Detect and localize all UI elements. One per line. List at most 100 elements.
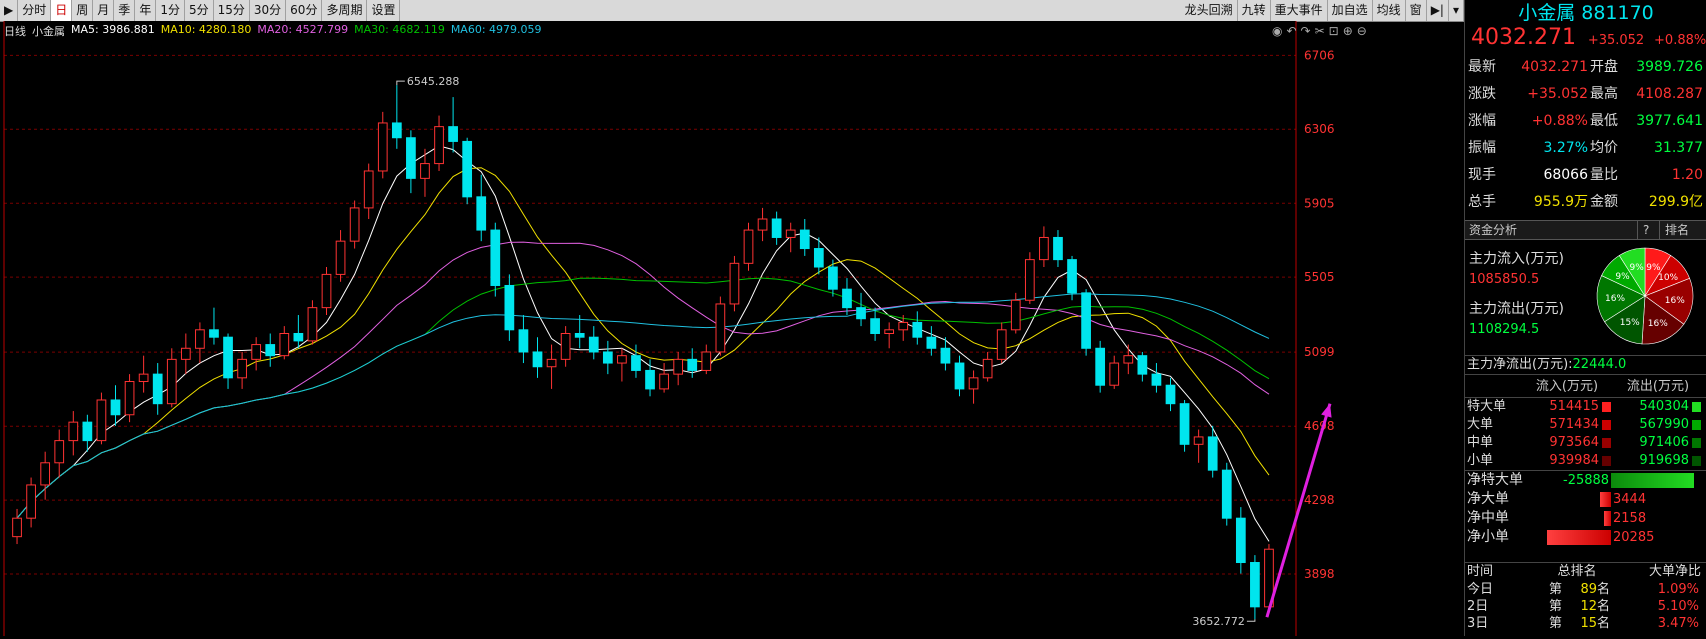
candle[interactable] — [54, 440, 65, 464]
candle[interactable] — [588, 336, 599, 353]
candle[interactable] — [138, 373, 149, 383]
candle[interactable] — [476, 196, 487, 231]
candle[interactable] — [349, 207, 360, 242]
candle[interactable] — [166, 358, 177, 405]
candle[interactable] — [602, 351, 613, 364]
candle[interactable] — [617, 355, 627, 364]
candle[interactable] — [1067, 259, 1077, 294]
candle[interactable] — [940, 347, 951, 364]
candle[interactable] — [265, 344, 276, 357]
candle[interactable] — [462, 140, 473, 198]
period-tab[interactable]: 15分 — [214, 0, 250, 21]
candle[interactable] — [1151, 373, 1162, 386]
candle[interactable] — [1095, 347, 1106, 386]
candle[interactable] — [12, 517, 22, 538]
candle[interactable] — [856, 307, 866, 320]
candle[interactable] — [1235, 517, 1246, 564]
candle[interactable] — [434, 126, 444, 165]
candle[interactable] — [687, 358, 698, 371]
candle[interactable] — [828, 266, 838, 290]
candle[interactable] — [490, 229, 501, 286]
candle[interactable] — [152, 373, 163, 405]
candle[interactable] — [40, 462, 51, 486]
kline-chart[interactable]: 6706 6306 5905 5505 5099 4698 4298 3898 6545.288… — [0, 21, 1464, 636]
period-tab[interactable]: 5分 — [185, 0, 214, 21]
candle[interactable] — [195, 329, 205, 349]
candle[interactable] — [1137, 355, 1148, 375]
period-tab[interactable]: 周 — [72, 0, 94, 21]
lock-icon[interactable]: ⊡ — [1329, 24, 1339, 38]
ma-value[interactable]: MA30: 4682.119 — [354, 23, 445, 39]
toolbar-button[interactable]: 加自选 — [1328, 0, 1373, 21]
candle[interactable] — [771, 218, 782, 238]
candle[interactable] — [715, 303, 726, 353]
candle[interactable] — [546, 358, 557, 368]
candle[interactable] — [110, 399, 121, 416]
candle[interactable] — [645, 369, 655, 390]
candle[interactable] — [335, 240, 346, 275]
candle[interactable] — [813, 248, 824, 268]
candle[interactable] — [391, 122, 402, 139]
candle[interactable] — [96, 399, 107, 442]
period-tab[interactable]: 30分 — [250, 0, 287, 21]
candle[interactable] — [1024, 259, 1035, 301]
period-tab[interactable]: 多周期 — [322, 0, 368, 21]
candle[interactable] — [659, 373, 669, 390]
period-tab[interactable]: 60分 — [286, 0, 323, 21]
candle[interactable] — [1081, 292, 1091, 349]
candle[interactable] — [82, 421, 93, 442]
candle[interactable] — [124, 381, 135, 416]
period-tab[interactable]: 月 — [93, 0, 115, 21]
period-tab[interactable]: 年 — [135, 0, 157, 21]
candle[interactable] — [26, 484, 36, 519]
candle[interactable] — [898, 321, 909, 331]
candle[interactable] — [926, 336, 937, 349]
candle[interactable] — [982, 358, 993, 379]
candle[interactable] — [1221, 469, 1232, 519]
toolbar-button[interactable]: 九转 — [1238, 0, 1271, 21]
candle[interactable] — [1109, 362, 1120, 386]
period-tab[interactable]: 设置 — [367, 0, 401, 21]
candle[interactable] — [532, 351, 543, 368]
eye-icon[interactable]: ◉ — [1272, 24, 1282, 38]
candle[interactable] — [673, 358, 684, 375]
skip-end-icon[interactable]: ▶| — [1427, 0, 1449, 21]
ma-value[interactable]: MA5: 3986.881 — [71, 23, 155, 39]
candle[interactable] — [68, 421, 79, 442]
toolbar-button[interactable]: 龙头回溯 — [1181, 0, 1238, 21]
period-tab[interactable]: 日 — [51, 0, 73, 21]
candle[interactable] — [743, 229, 754, 264]
candle[interactable] — [293, 333, 304, 342]
toolbar-button[interactable]: 窗 — [1406, 0, 1427, 21]
scissors-icon[interactable]: ✂ — [1315, 24, 1325, 38]
candle[interactable] — [1053, 236, 1063, 261]
candle[interactable] — [307, 307, 318, 342]
toolbar-button[interactable]: 重大事件 — [1271, 0, 1328, 21]
help-button[interactable]: ? — [1637, 221, 1654, 239]
zoom-in-icon[interactable]: ⊕ — [1343, 24, 1353, 38]
candle[interactable] — [870, 318, 880, 335]
candle[interactable] — [406, 137, 416, 179]
candle[interactable] — [560, 333, 571, 360]
candle[interactable] — [504, 284, 515, 331]
candle[interactable] — [799, 229, 810, 250]
candle[interactable] — [1123, 355, 1134, 364]
candle[interactable] — [1039, 236, 1049, 261]
candle[interactable] — [1207, 436, 1218, 471]
candle[interactable] — [237, 358, 247, 379]
candle[interactable] — [363, 170, 374, 209]
candle[interactable] — [223, 336, 233, 379]
ma-value[interactable]: MA20: 4527.799 — [257, 23, 348, 39]
candle[interactable] — [785, 229, 796, 238]
candle[interactable] — [954, 362, 965, 390]
back-icon[interactable]: ▶ — [0, 0, 19, 21]
candle[interactable] — [518, 329, 529, 353]
candle[interactable] — [1165, 384, 1176, 405]
candle[interactable] — [377, 122, 388, 172]
period-tab[interactable]: 分时 — [18, 0, 52, 21]
candle[interactable] — [1193, 436, 1204, 445]
candle[interactable] — [180, 347, 191, 360]
candle[interactable] — [701, 351, 712, 371]
candle[interactable] — [321, 273, 332, 309]
zoom-out-icon[interactable]: ⊖ — [1357, 24, 1367, 38]
